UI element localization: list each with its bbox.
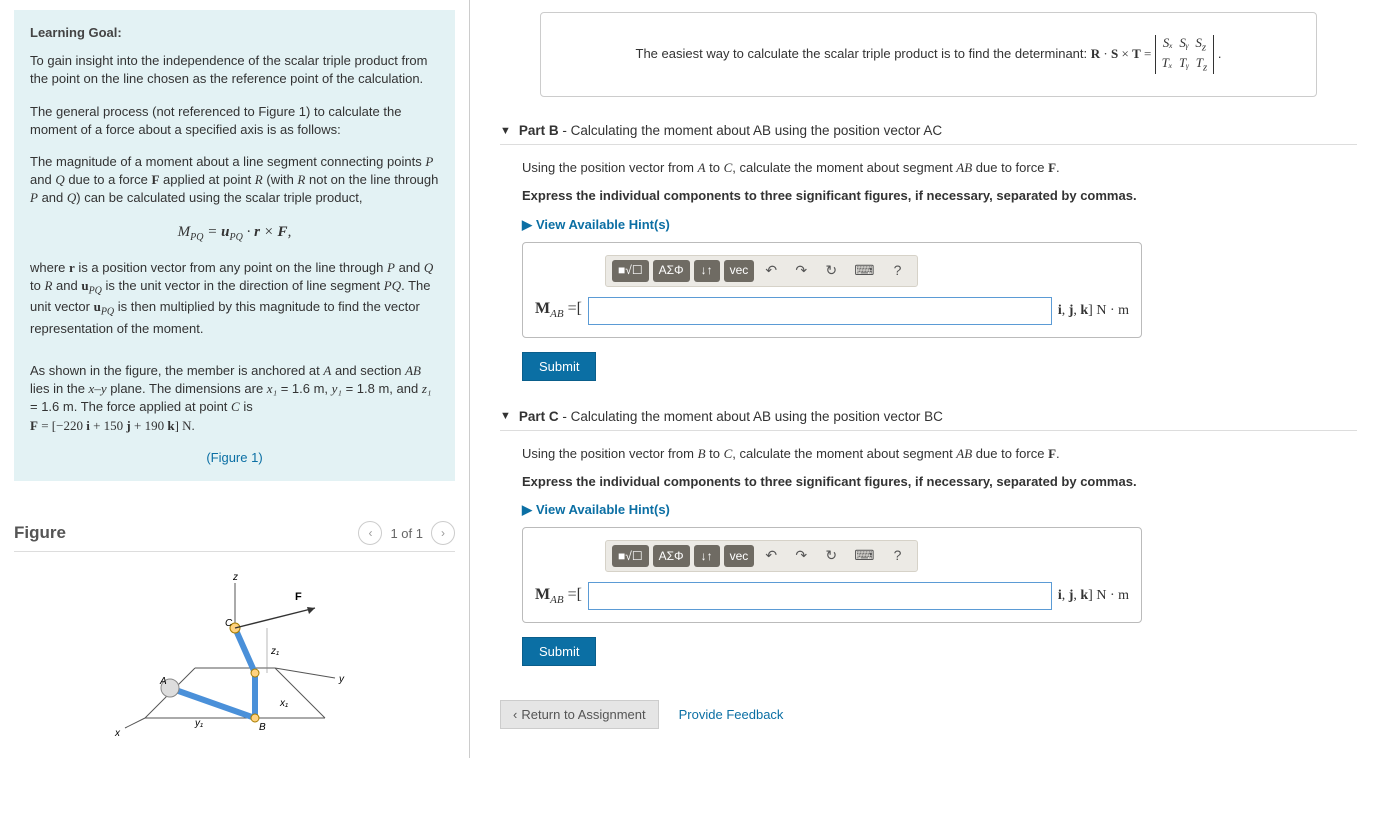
part-c-body: Using the position vector from B to C, c… <box>500 431 1357 677</box>
svg-text:y₁: y₁ <box>194 718 203 729</box>
undo-button[interactable]: ↶ <box>758 545 784 567</box>
part-c-instructions: Express the individual components to thr… <box>522 473 1357 491</box>
redo-button[interactable]: ↷ <box>788 545 814 567</box>
svg-text:B: B <box>259 722 266 733</box>
moment-formula: MPQ = uPQ · r × F, <box>30 222 439 245</box>
goal-p5: As shown in the figure, the member is an… <box>30 362 439 435</box>
greek-button[interactable]: ΑΣΦ <box>653 545 690 567</box>
caret-right-icon: ▶ <box>522 216 532 234</box>
vec-button[interactable]: vec <box>724 260 755 282</box>
subscript-button[interactable]: ↓↑ <box>694 260 720 282</box>
svg-text:z₁: z₁ <box>270 646 279 657</box>
part-b-submit-button[interactable]: Submit <box>522 352 596 381</box>
goal-p1: To gain insight into the independence of… <box>30 52 439 88</box>
part-b-instructions: Express the individual components to thr… <box>522 187 1357 205</box>
reset-button[interactable]: ↻ <box>818 545 844 567</box>
undo-button[interactable]: ↶ <box>758 260 784 282</box>
part-c-answer-frame: ■√☐ ΑΣΦ ↓↑ vec ↶ ↷ ↻ ⌨ ? MAB =[ i, j, k]… <box>522 527 1142 623</box>
redo-button[interactable]: ↷ <box>788 260 814 282</box>
chevron-left-icon: ‹ <box>513 707 517 722</box>
svg-text:C: C <box>225 618 233 629</box>
part-c-submit-button[interactable]: Submit <box>522 637 596 666</box>
reset-button[interactable]: ↻ <box>818 260 844 282</box>
pager-next-button[interactable]: › <box>431 521 455 545</box>
greek-button[interactable]: ΑΣΦ <box>653 260 690 282</box>
part-b-toolbar: ■√☐ ΑΣΦ ↓↑ vec ↶ ↷ ↻ ⌨ ? <box>605 255 918 287</box>
determinant-hint-box: The easiest way to calculate the scalar … <box>540 12 1317 97</box>
goal-p4: where r is a position vector from any po… <box>30 259 439 339</box>
svg-text:x: x <box>114 728 121 738</box>
learning-goal-box: Learning Goal: To gain insight into the … <box>14 10 455 481</box>
figure-title: Figure <box>14 523 66 543</box>
pager-prev-button[interactable]: ‹ <box>358 521 382 545</box>
template-button[interactable]: ■√☐ <box>612 545 649 567</box>
part-b-unit: i, j, k] N · m <box>1058 301 1129 321</box>
keyboard-button[interactable]: ⌨ <box>848 545 880 567</box>
part-c-toolbar: ■√☐ ΑΣΦ ↓↑ vec ↶ ↷ ↻ ⌨ ? <box>605 540 918 572</box>
part-b-question: Using the position vector from A to C, c… <box>522 159 1357 177</box>
part-b-lhs: MAB =[ <box>535 298 582 323</box>
help-button[interactable]: ? <box>885 260 911 282</box>
part-c-header[interactable]: ▼ Part C - Calculating the moment about … <box>500 401 1357 431</box>
keyboard-button[interactable]: ⌨ <box>848 260 880 282</box>
svg-text:F: F <box>295 591 302 603</box>
part-c-hints-toggle[interactable]: ▶ View Available Hint(s) <box>522 501 1357 519</box>
learning-goal-heading: Learning Goal: <box>30 24 439 42</box>
svg-text:x₁: x₁ <box>279 698 288 709</box>
template-button[interactable]: ■√☐ <box>612 260 649 282</box>
part-b-answer-input[interactable] <box>588 297 1052 325</box>
return-to-assignment-button[interactable]: ‹ Return to Assignment <box>500 700 659 729</box>
caret-right-icon: ▶ <box>522 501 532 519</box>
part-b-header[interactable]: ▼ Part B - Calculating the moment about … <box>500 115 1357 145</box>
part-c-lhs: MAB =[ <box>535 584 582 609</box>
provide-feedback-link[interactable]: Provide Feedback <box>679 707 784 722</box>
part-c-unit: i, j, k] N · m <box>1058 586 1129 606</box>
figure-1-image: z y x F A C B z₁ x₁ y₁ <box>14 568 455 738</box>
part-c-answer-input[interactable] <box>588 582 1052 610</box>
goal-p3: The magnitude of a moment about a line s… <box>30 153 439 208</box>
part-c-question: Using the position vector from B to C, c… <box>522 445 1357 463</box>
goal-p2: The general process (not referenced to F… <box>30 103 439 139</box>
svg-text:z: z <box>232 572 238 583</box>
collapse-icon: ▼ <box>500 410 511 422</box>
svg-text:y: y <box>338 674 345 685</box>
part-b-answer-frame: ■√☐ ΑΣΦ ↓↑ vec ↶ ↷ ↻ ⌨ ? MAB =[ i, j, k]… <box>522 242 1142 338</box>
part-b-body: Using the position vector from A to C, c… <box>500 145 1357 391</box>
help-button[interactable]: ? <box>885 545 911 567</box>
figure-1-link[interactable]: (Figure 1) <box>30 449 439 467</box>
part-b-hints-toggle[interactable]: ▶ View Available Hint(s) <box>522 216 1357 234</box>
figure-pager: ‹ 1 of 1 › <box>358 521 455 545</box>
pager-label: 1 of 1 <box>390 526 423 541</box>
vec-button[interactable]: vec <box>724 545 755 567</box>
svg-text:A: A <box>159 676 167 687</box>
collapse-icon: ▼ <box>500 125 511 137</box>
subscript-button[interactable]: ↓↑ <box>694 545 720 567</box>
